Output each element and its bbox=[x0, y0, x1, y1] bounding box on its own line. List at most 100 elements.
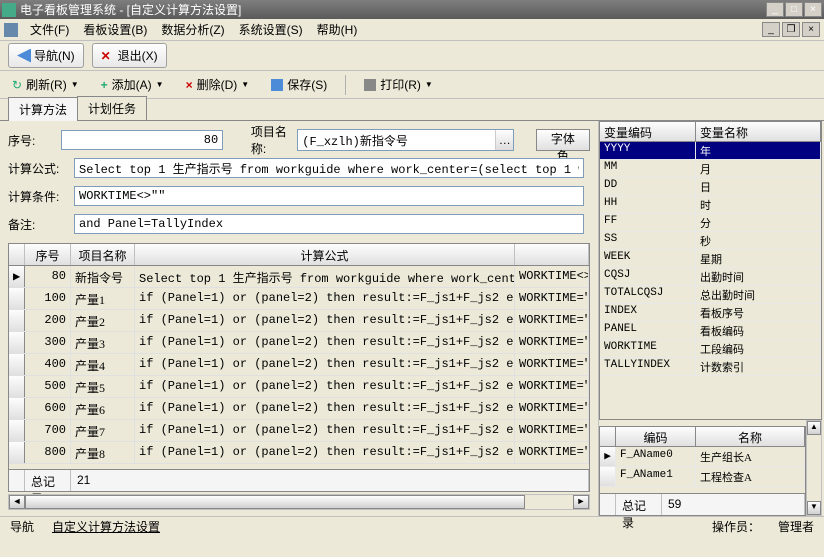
var-grid-body[interactable]: YYYY年MM月DD日HH时FF分SS秒WEEK星期CQSJ出勤时间TOTALC… bbox=[600, 142, 821, 419]
table-row[interactable]: 200 产量2 if (Panel=1) or (panel=2) then r… bbox=[9, 310, 589, 332]
condition-input[interactable] bbox=[74, 186, 584, 206]
var-row[interactable]: MM月 bbox=[600, 160, 821, 178]
scroll-left-button[interactable]: ◄ bbox=[9, 495, 25, 509]
var-row[interactable]: FF分 bbox=[600, 214, 821, 232]
mdi-close-button[interactable]: × bbox=[802, 22, 820, 37]
col-seq[interactable]: 序号 bbox=[25, 244, 71, 265]
var-col-code[interactable]: 变量编码 bbox=[600, 122, 696, 141]
seq-label: 序号: bbox=[8, 132, 55, 149]
restore-button[interactable]: □ bbox=[785, 2, 803, 17]
close-icon: ✕ bbox=[101, 49, 115, 63]
refresh-button[interactable]: ↻ 刷新(R) ▼ bbox=[8, 74, 83, 95]
grid-header: 序号 项目名称 计算公式 bbox=[9, 244, 589, 266]
menu-data[interactable]: 数据分析(Z) bbox=[155, 19, 230, 40]
status-nav[interactable]: 导航 bbox=[6, 518, 38, 535]
cell-cond: WORKTIME="0 bbox=[515, 288, 589, 309]
table-row[interactable]: ▶ 80 新指令号 Select top 1 生产指示号 from workgu… bbox=[9, 266, 589, 288]
cell-name: 产量7 bbox=[71, 420, 135, 441]
table-row[interactable]: 100 产量1 if (Panel=1) or (panel=2) then r… bbox=[9, 288, 589, 310]
mdi-restore-button[interactable]: ❐ bbox=[782, 22, 800, 37]
var-row[interactable]: HH时 bbox=[600, 196, 821, 214]
row-selector[interactable] bbox=[9, 354, 25, 375]
project-name-browse-button[interactable]: … bbox=[495, 130, 513, 150]
scroll-up-button[interactable]: ▲ bbox=[807, 421, 821, 435]
table-row[interactable]: 700 产量7 if (Panel=1) or (panel=2) then r… bbox=[9, 420, 589, 442]
bottom-col-code[interactable]: 编码 bbox=[616, 427, 696, 446]
var-row[interactable]: DD日 bbox=[600, 178, 821, 196]
var-code: TALLYINDEX bbox=[600, 358, 696, 375]
table-row[interactable]: 500 产量5 if (Panel=1) or (panel=2) then r… bbox=[9, 376, 589, 398]
delete-button[interactable]: × 删除(D) ▼ bbox=[182, 74, 254, 95]
grid-body[interactable]: ▶ 80 新指令号 Select top 1 生产指示号 from workgu… bbox=[9, 266, 589, 469]
col-cond[interactable] bbox=[515, 244, 589, 265]
var-name: 分 bbox=[696, 214, 821, 231]
cell-seq: 700 bbox=[25, 420, 71, 441]
bottom-grid-body[interactable]: ▶F_AName0生产组长AF_AName1工程检查A bbox=[600, 447, 805, 487]
project-name-input[interactable] bbox=[298, 130, 495, 150]
scroll-right-button[interactable]: ► bbox=[573, 495, 589, 509]
scroll-thumb[interactable] bbox=[25, 495, 525, 509]
font-color-button[interactable]: 字体色 bbox=[536, 129, 590, 151]
tab-calc-method[interactable]: 计算方法 bbox=[8, 97, 78, 121]
menu-file[interactable]: 文件(F) bbox=[24, 19, 75, 40]
row-selector[interactable] bbox=[9, 420, 25, 441]
table-row[interactable]: 600 产量6 if (Panel=1) or (panel=2) then r… bbox=[9, 398, 589, 420]
var-row[interactable]: WORKTIME工段编码 bbox=[600, 340, 821, 358]
add-button[interactable]: + 添加(A) ▼ bbox=[97, 74, 168, 95]
row-selector[interactable] bbox=[600, 467, 616, 486]
minimize-button[interactable]: _ bbox=[766, 2, 784, 17]
cell-seq: 600 bbox=[25, 398, 71, 419]
bottom-col-name[interactable]: 名称 bbox=[696, 427, 805, 446]
var-row[interactable]: TALLYINDEX计数索引 bbox=[600, 358, 821, 376]
var-code: FF bbox=[600, 214, 696, 231]
close-button[interactable]: × bbox=[804, 2, 822, 17]
remark-input[interactable] bbox=[74, 214, 584, 234]
separator bbox=[345, 75, 346, 95]
menu-help[interactable]: 帮助(H) bbox=[311, 19, 364, 40]
print-label: 打印(R) bbox=[380, 76, 421, 93]
col-name[interactable]: 项目名称 bbox=[71, 244, 135, 265]
var-name: 看板序号 bbox=[696, 304, 821, 321]
h-scrollbar[interactable]: ◄ ► bbox=[8, 494, 590, 510]
grid-footer: 总记录 21 bbox=[9, 469, 589, 491]
row-selector[interactable] bbox=[9, 442, 25, 463]
var-row[interactable]: PANEL看板编码 bbox=[600, 322, 821, 340]
v-scrollbar[interactable]: ▲ ▼ bbox=[806, 420, 822, 516]
titlebar: 电子看板管理系统 - [自定义计算方法设置] _ □ × bbox=[0, 0, 824, 19]
save-button[interactable]: 保存(S) bbox=[267, 74, 331, 95]
col-formula[interactable]: 计算公式 bbox=[135, 244, 515, 265]
status-page[interactable]: 自定义计算方法设置 bbox=[48, 518, 164, 535]
row-selector[interactable]: ▶ bbox=[9, 266, 25, 287]
menu-sys[interactable]: 系统设置(S) bbox=[233, 19, 309, 40]
var-row[interactable]: WEEK星期 bbox=[600, 250, 821, 268]
table-row[interactable]: 800 产量8 if (Panel=1) or (panel=2) then r… bbox=[9, 442, 589, 464]
table-row[interactable]: 300 产量3 if (Panel=1) or (panel=2) then r… bbox=[9, 332, 589, 354]
row-selector[interactable] bbox=[9, 310, 25, 331]
scroll-down-button[interactable]: ▼ bbox=[807, 501, 821, 515]
seq-input[interactable] bbox=[61, 130, 223, 150]
bottom-row[interactable]: F_AName1工程检查A bbox=[600, 467, 805, 487]
row-selector[interactable]: ▶ bbox=[600, 447, 616, 466]
cell-formula: if (Panel=1) or (panel=2) then result:=F… bbox=[135, 310, 515, 331]
var-col-name[interactable]: 变量名称 bbox=[696, 122, 821, 141]
mdi-minimize-button[interactable]: _ bbox=[762, 22, 780, 37]
row-selector[interactable] bbox=[9, 288, 25, 309]
print-button[interactable]: 打印(R) ▼ bbox=[360, 74, 437, 95]
app-logo-icon bbox=[4, 23, 18, 37]
row-selector[interactable] bbox=[9, 376, 25, 397]
exit-button[interactable]: ✕ 退出(X) bbox=[92, 43, 167, 68]
row-selector[interactable] bbox=[9, 398, 25, 419]
nav-button[interactable]: 导航(N) bbox=[8, 43, 84, 68]
menu-board[interactable]: 看板设置(B) bbox=[77, 19, 153, 40]
status-operator: 管理者 bbox=[774, 518, 818, 535]
var-row[interactable]: YYYY年 bbox=[600, 142, 821, 160]
table-row[interactable]: 400 产量4 if (Panel=1) or (panel=2) then r… bbox=[9, 354, 589, 376]
var-row[interactable]: SS秒 bbox=[600, 232, 821, 250]
row-selector[interactable] bbox=[9, 332, 25, 353]
formula-input[interactable] bbox=[74, 158, 584, 178]
var-row[interactable]: INDEX看板序号 bbox=[600, 304, 821, 322]
tab-plan-task[interactable]: 计划任务 bbox=[77, 96, 147, 120]
bottom-row[interactable]: ▶F_AName0生产组长A bbox=[600, 447, 805, 467]
var-row[interactable]: TOTALCQSJ总出勤时间 bbox=[600, 286, 821, 304]
var-row[interactable]: CQSJ出勤时间 bbox=[600, 268, 821, 286]
